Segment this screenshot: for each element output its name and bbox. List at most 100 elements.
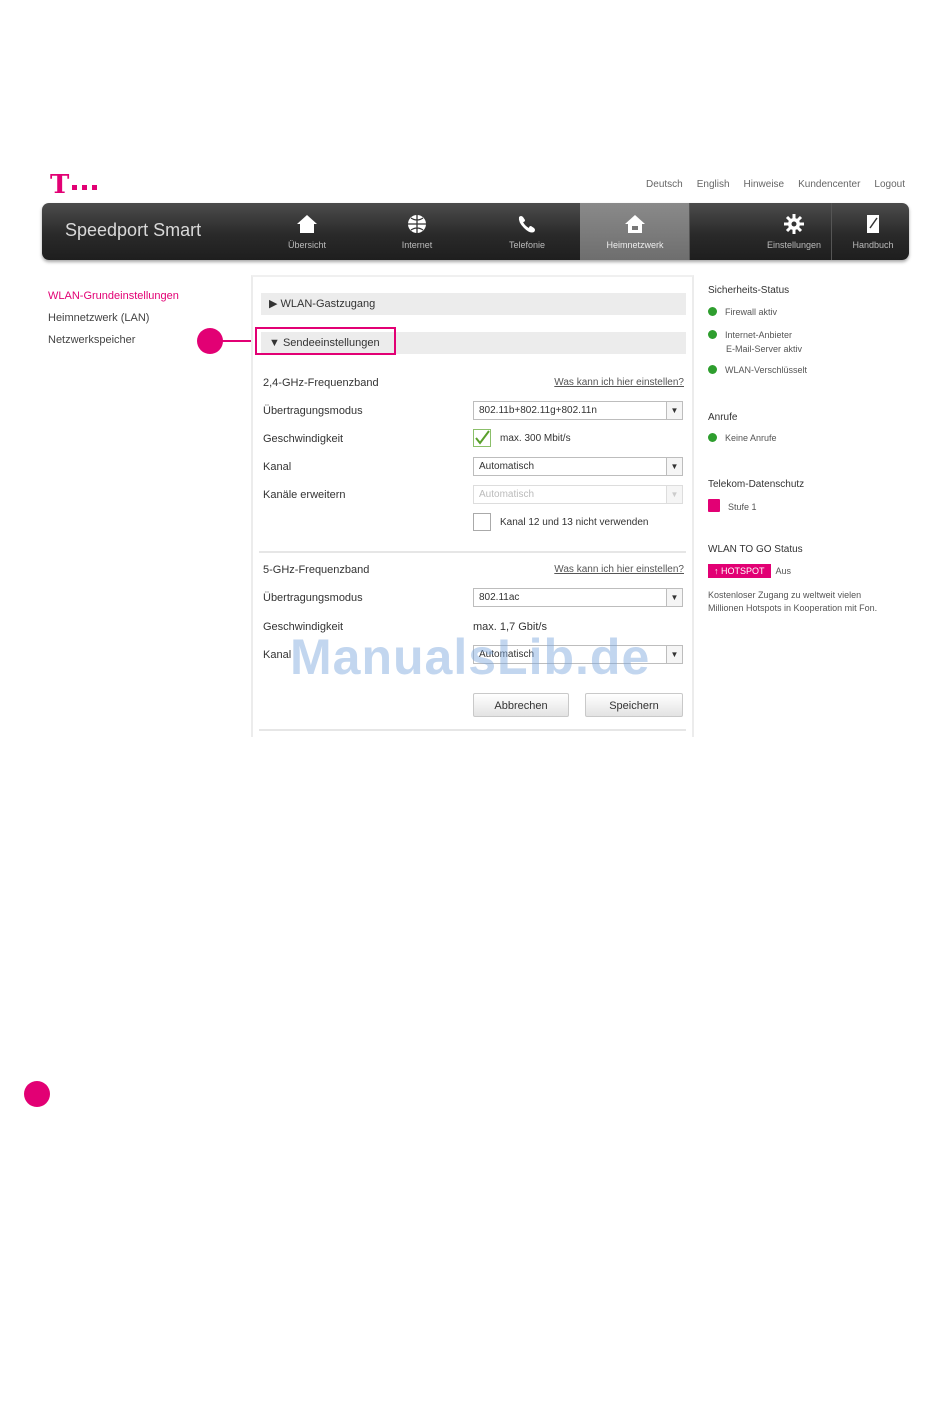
section-divider [259, 551, 686, 553]
anrufe-item-label: Keine Anrufe [725, 433, 777, 443]
hotspot-desc: Millionen Hotspots in Kooperation mit Fo… [708, 603, 878, 613]
nav-label: Handbuch [852, 240, 894, 250]
nav-handbuch[interactable]: Handbuch [818, 203, 928, 260]
logo-dot [92, 185, 97, 190]
band24-channel-label: Kanal [263, 461, 292, 473]
main-navbar: Speedport Smart Übersicht Internet Telef… [42, 203, 909, 260]
callout-marker [197, 328, 223, 354]
link-hinweise[interactable]: Hinweise [744, 179, 785, 190]
callout-marker [24, 1081, 50, 1107]
top-links: Deutsch English Hinweise Kundencenter Lo… [646, 179, 905, 190]
anrufe-title: Anrufe [708, 412, 738, 423]
nav-overview[interactable]: Übersicht [252, 203, 362, 260]
nav-label: Internet [401, 240, 433, 250]
chevron-down-icon: ▼ [666, 458, 682, 475]
telekom-item-label: Stufe 1 [728, 502, 757, 512]
link-kundencenter[interactable]: Kundencenter [798, 179, 860, 190]
nav-label: Heimnetzwerk [606, 240, 664, 250]
nav-telefonie[interactable]: Telefonie [472, 203, 582, 260]
triangle-right-icon: ▶ [269, 298, 281, 310]
hotspot-status: ↑ HOTSPOT Aus [708, 564, 791, 578]
telekom-logo: T [50, 172, 110, 198]
status-ok-icon [708, 307, 717, 316]
telekom-title: Telekom-Datenschutz [708, 479, 805, 490]
phone-icon [518, 216, 535, 233]
logo-dot [72, 185, 77, 190]
chevron-down-icon: ▼ [666, 646, 682, 663]
security-title: Sicherheits-Status [708, 285, 790, 296]
sidemenu-item-netzwerkspeicher[interactable]: Netzwerkspeicher [48, 329, 179, 351]
status-ok-icon [708, 365, 717, 374]
chevron-down-icon: ▼ [666, 486, 682, 503]
security-item-label: Firewall aktiv [725, 307, 778, 317]
band5-help-link[interactable]: Was kann ich hier einstellen? [554, 564, 684, 575]
select-value: Automatisch [479, 461, 535, 472]
checkmark-icon [475, 430, 490, 445]
gear-icon [784, 214, 804, 234]
section-title: WLAN-Gastzugang [280, 298, 376, 310]
select-value: Automatisch [479, 489, 535, 500]
hotspot-title: WLAN TO GO Status [708, 544, 803, 555]
exclude-channels-label: Kanal 12 und 13 nicht verwenden [500, 517, 649, 528]
nav-heimnetzwerk[interactable]: Heimnetzwerk [580, 203, 690, 260]
chevron-down-icon: ▼ [666, 589, 682, 606]
hotspot-badge: ↑ HOTSPOT [708, 564, 771, 578]
security-item: WLAN-Verschlüsselt [708, 365, 807, 375]
callout-highlight [255, 327, 396, 355]
chevron-down-icon: ▼ [666, 402, 682, 419]
band24-speed-value: max. 300 Mbit/s [500, 433, 571, 444]
nav-label: Übersicht [287, 240, 326, 250]
cancel-button[interactable]: Abbrechen [473, 693, 569, 717]
nav-internet[interactable]: Internet [362, 203, 472, 260]
nav-label: Telefonie [508, 240, 546, 250]
house-network-icon [625, 215, 645, 233]
band24-title: 2,4-GHz-Frequenzband [263, 377, 379, 389]
band5-title: 5-GHz-Frequenzband [263, 564, 370, 576]
globe-icon [408, 215, 426, 233]
security-item-label: Internet-Anbieter [725, 330, 793, 340]
band24-channels-label: Kanäle erweitern [263, 489, 346, 501]
band24-mode-label: Übertragungsmodus [263, 405, 363, 417]
hotspot-desc: Kostenloser Zugang zu weltweit vielen [708, 590, 862, 600]
book-icon [867, 215, 879, 233]
anrufe-item: Keine Anrufe [708, 433, 777, 443]
wifi-icon: ↑ [714, 566, 719, 576]
privacy-user-icon [708, 499, 720, 512]
section-wlan-gastzugang[interactable]: ▶ WLAN-Gastzugang [261, 293, 686, 315]
section-divider [259, 729, 686, 731]
band24-channel-select[interactable]: Automatisch ▼ [473, 457, 683, 476]
security-item: Firewall aktiv [708, 307, 777, 317]
exclude-channels-checkbox[interactable] [473, 513, 491, 531]
nav-separator [689, 203, 690, 260]
band24-channels-select[interactable]: Automatisch ▼ [473, 485, 683, 504]
hotspot-state: Aus [775, 566, 792, 576]
band24-speed-label: Geschwindigkeit [263, 433, 344, 445]
logo-letter: T [50, 170, 70, 200]
select-value: 802.11ac [479, 592, 520, 603]
status-ok-icon [708, 433, 717, 442]
save-button[interactable]: Speichern [585, 693, 683, 717]
link-deutsch[interactable]: Deutsch [646, 179, 683, 190]
security-item: Internet-Anbieter [708, 330, 792, 340]
home-icon [297, 215, 317, 233]
sidemenu-item-heimnetzwerk-lan[interactable]: Heimnetzwerk (LAN) [48, 307, 179, 329]
status-ok-icon [708, 330, 717, 339]
select-value: 802.11b+802.11g+802.11n [479, 405, 597, 416]
link-logout[interactable]: Logout [874, 179, 905, 190]
telekom-item: Stufe 1 [708, 499, 757, 512]
band5-mode-select[interactable]: 802.11ac ▼ [473, 588, 683, 607]
logo-dot [82, 185, 87, 190]
band24-speed-checkbox[interactable] [473, 429, 491, 447]
hotspot-badge-label: HOTSPOT [721, 566, 765, 576]
link-english[interactable]: English [697, 179, 730, 190]
band5-mode-label: Übertragungsmodus [263, 592, 363, 604]
band24-help-link[interactable]: Was kann ich hier einstellen? [554, 377, 684, 388]
side-menu: WLAN-Grundeinstellungen Heimnetzwerk (LA… [48, 285, 179, 351]
security-item-sub: E-Mail-Server aktiv [726, 344, 803, 354]
watermark: ManualsLib.de [290, 629, 651, 685]
brand-title: Speedport Smart [65, 220, 202, 240]
band5-channel-label: Kanal [263, 649, 292, 661]
sidemenu-item-wlan-grundeinstellungen[interactable]: WLAN-Grundeinstellungen [48, 285, 179, 307]
band24-mode-select[interactable]: 802.11b+802.11g+802.11n ▼ [473, 401, 683, 420]
security-item-label: WLAN-Verschlüsselt [725, 365, 808, 375]
